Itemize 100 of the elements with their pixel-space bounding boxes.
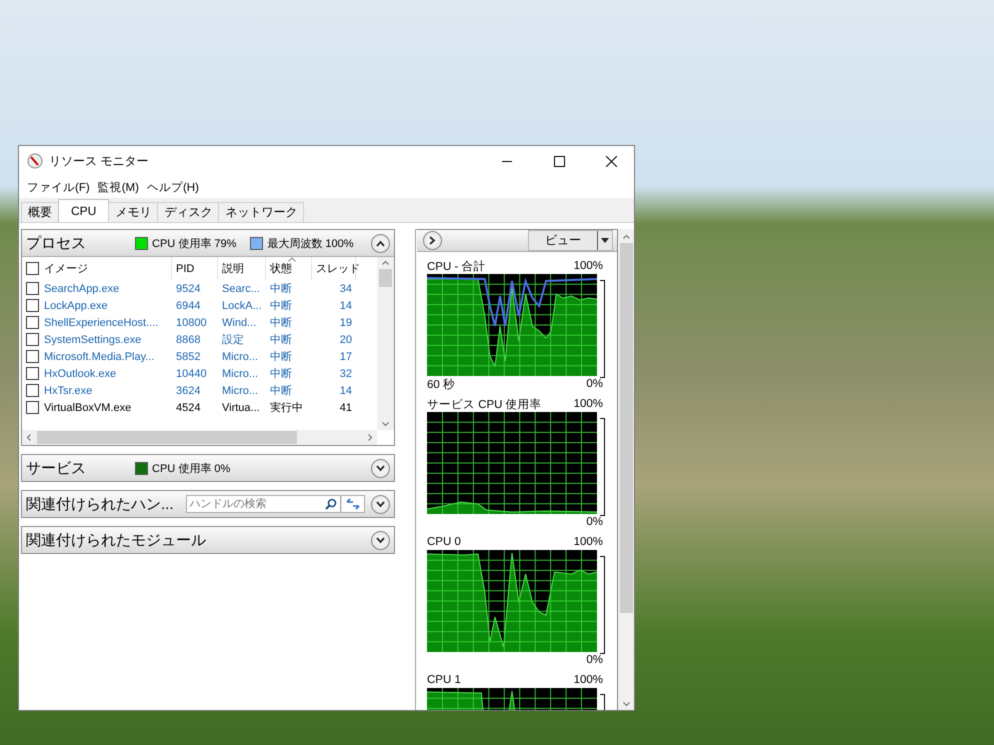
- legend-label: 最大周波数 100%: [267, 236, 354, 250]
- horizontal-scrollbar[interactable]: [22, 430, 377, 445]
- table-cell: 設定: [222, 334, 244, 346]
- table-cell: 中断: [270, 283, 292, 295]
- table-cell: 中断: [270, 368, 292, 380]
- table-cell: 14: [340, 384, 352, 396]
- menu-item[interactable]: ファイル(F): [23, 180, 94, 194]
- table-cell: 3624: [176, 384, 200, 396]
- expand-button[interactable]: [370, 458, 390, 478]
- scroll-right-icon[interactable]: [368, 434, 372, 441]
- column-header[interactable]: 状態: [270, 261, 292, 276]
- expand-button[interactable]: [423, 231, 442, 250]
- tab[interactable]: 概要: [21, 202, 59, 222]
- table-cell: 41: [340, 402, 352, 414]
- scroll-left-icon[interactable]: [27, 434, 31, 441]
- chevron-down-icon: [376, 500, 385, 508]
- table-cell: Micro...: [222, 350, 258, 362]
- row-checkbox[interactable]: [26, 333, 39, 346]
- table-cell: 17: [340, 350, 352, 362]
- section-title: サービス: [26, 458, 87, 478]
- table-cell: ShellExperienceHost....: [44, 316, 158, 328]
- collapse-button[interactable]: [370, 234, 390, 252]
- axis-label: 0%: [586, 654, 603, 666]
- table-cell: Searc...: [222, 282, 260, 294]
- axis-label: 0%: [586, 378, 603, 390]
- table-cell: 32: [340, 368, 352, 380]
- expand-button[interactable]: [370, 494, 390, 514]
- table-cell: LockA...: [222, 300, 262, 312]
- table-cell: 34: [340, 282, 352, 294]
- column-header[interactable]: 説明: [222, 261, 244, 276]
- axis-label: 100%: [574, 674, 603, 686]
- section-title: 関連付けられたモジュール: [26, 530, 206, 550]
- table-cell: SystemSettings.exe: [44, 334, 142, 346]
- column-header[interactable]: イメージ: [44, 261, 88, 276]
- gauge-icon: [27, 153, 43, 169]
- table-cell: 14: [340, 300, 352, 312]
- menu-item[interactable]: 監視(M): [94, 180, 143, 194]
- tab[interactable]: CPU: [58, 199, 110, 222]
- chevron-down-icon: [376, 464, 385, 472]
- section-header[interactable]: 関連付けられたモジュール: [22, 527, 394, 553]
- table-cell: 実行中: [270, 402, 303, 414]
- table-cell: 10440: [176, 368, 207, 380]
- axis-label: 100%: [574, 260, 603, 272]
- expand-button[interactable]: [370, 530, 390, 550]
- table-cell: 10800: [176, 316, 207, 328]
- dropdown-arrow-icon: [601, 238, 609, 243]
- tab[interactable]: メモリ: [108, 202, 158, 222]
- close-icon: [606, 156, 616, 166]
- table-cell: SearchApp.exe: [44, 282, 120, 294]
- section-header[interactable]: プロセス CPU 使用率 79% 最大周波数 100%: [22, 230, 394, 256]
- graph-title: CPU - 合計: [427, 259, 486, 274]
- axis-label: 100%: [574, 398, 603, 410]
- table-cell: 中断: [270, 300, 292, 312]
- table-cell: 4524: [176, 402, 200, 414]
- column-header[interactable]: PID: [176, 262, 194, 274]
- legend-label: CPU 使用率 79%: [152, 236, 236, 250]
- table-cell: 9524: [176, 282, 200, 294]
- scrollbar-thumb[interactable]: [37, 431, 297, 444]
- table-cell: 8868: [176, 334, 200, 346]
- chevron-down-icon: [376, 536, 385, 544]
- row-checkbox[interactable]: [26, 299, 39, 312]
- table-cell: 6944: [176, 300, 200, 312]
- row-checkbox[interactable]: [26, 316, 39, 329]
- vertical-scrollbar[interactable]: [376, 257, 394, 430]
- legend-label: CPU 使用率 0%: [152, 462, 230, 476]
- axis-label: 100%: [574, 536, 603, 548]
- chevron-up-icon: [376, 240, 385, 246]
- table-cell: Wind...: [222, 316, 256, 328]
- row-checkbox[interactable]: [26, 401, 39, 414]
- graph-title: サービス CPU 使用率: [427, 398, 542, 412]
- view-dropdown[interactable]: ビュー: [528, 230, 613, 251]
- scroll-down-icon[interactable]: [382, 422, 389, 426]
- row-checkbox[interactable]: [26, 384, 39, 397]
- section-title: プロセス: [26, 234, 87, 252]
- vertical-scrollbar[interactable]: [618, 229, 634, 710]
- row-checkbox[interactable]: [26, 367, 39, 380]
- column-header[interactable]: スレッド: [316, 261, 360, 276]
- table-cell: Micro...: [222, 384, 258, 396]
- table-cell: Microsoft.Media.Play...: [44, 350, 154, 362]
- scroll-up-icon[interactable]: [382, 261, 389, 265]
- scroll-up-icon[interactable]: [622, 235, 630, 239]
- table-cell: LockApp.exe: [44, 300, 108, 312]
- chevron-right-icon: [429, 236, 436, 245]
- scrollbar-thumb[interactable]: [378, 269, 392, 287]
- section-header[interactable]: サービス CPU 使用率 0%: [22, 455, 394, 481]
- maximize-icon: [554, 156, 564, 166]
- graph-title: CPU 0: [427, 536, 461, 548]
- menu-item[interactable]: ヘルプ(H): [142, 180, 203, 194]
- scrollbar-thumb[interactable]: [620, 243, 632, 613]
- tab[interactable]: ネットワーク: [218, 202, 304, 222]
- scroll-down-icon[interactable]: [622, 702, 630, 706]
- table-cell: 中断: [270, 334, 292, 346]
- row-checkbox[interactable]: [26, 282, 39, 295]
- table-cell: Micro...: [222, 368, 258, 380]
- refresh-button[interactable]: [340, 495, 365, 513]
- select-all-checkbox[interactable]: [26, 262, 39, 275]
- table-cell: HxOutlook.exe: [44, 368, 116, 380]
- row-checkbox[interactable]: [26, 350, 39, 363]
- table-cell: 中断: [270, 385, 292, 397]
- axis-label: 0%: [586, 516, 603, 528]
